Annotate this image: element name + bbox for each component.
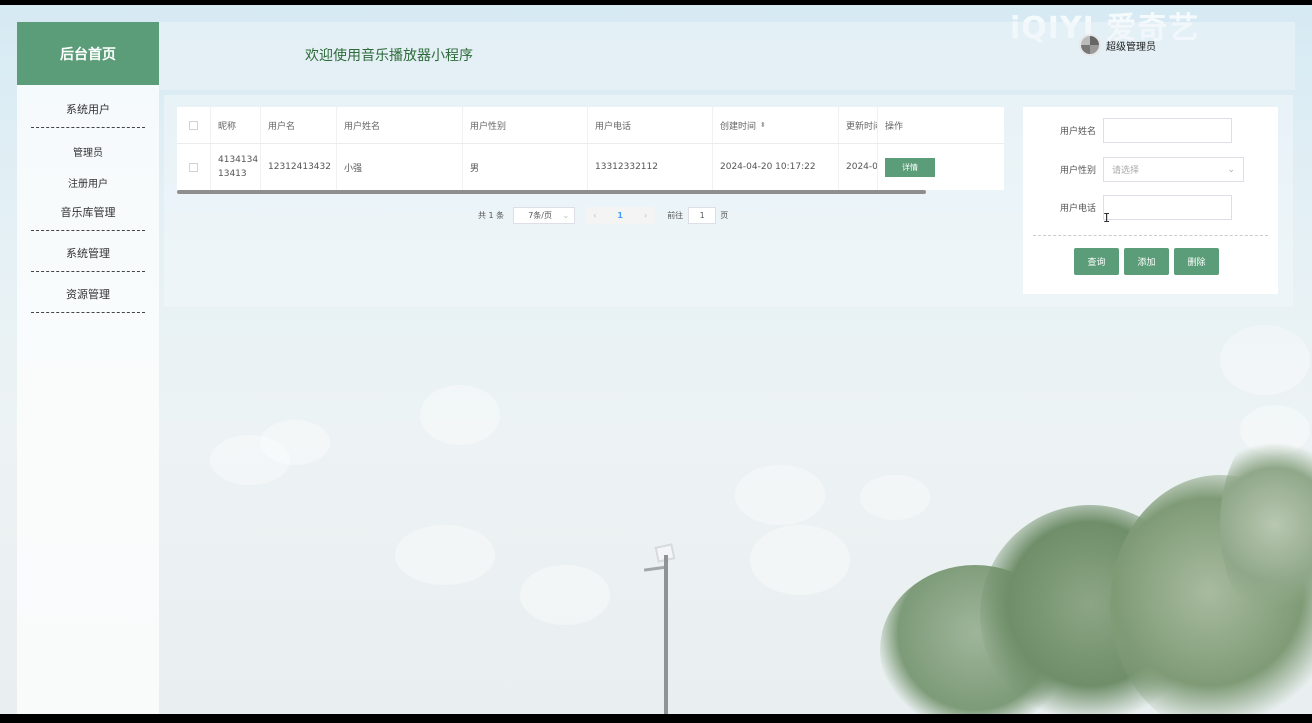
pagination: 共 1 条 7条/页 ⌄ ‹ 1 › 前往 1 页 xyxy=(478,207,728,224)
sidebar-item-system-management[interactable]: 系统管理 xyxy=(31,239,145,272)
goto-prefix: 前往 xyxy=(667,211,684,220)
column-header-actions: 操作 xyxy=(885,121,904,132)
page-number-current[interactable]: 1 xyxy=(617,211,623,220)
cell-updated-at: 2024-04 xyxy=(839,144,878,190)
checkbox-icon[interactable] xyxy=(189,120,198,130)
text-cursor-icon: I xyxy=(1103,211,1111,225)
page-title: 欢迎使用音乐播放器小程序 xyxy=(305,48,473,64)
sidebar-home-link[interactable]: 后台首页 xyxy=(17,22,159,85)
user-menu[interactable]: 超级管理员 xyxy=(1079,34,1156,56)
cell-real-name: 小强 xyxy=(337,144,463,190)
query-button[interactable]: 查询 xyxy=(1074,248,1119,275)
column-header-nickname: 昵称 xyxy=(211,107,261,143)
cell-nickname: 413413413413 xyxy=(211,144,261,190)
chevron-left-icon[interactable]: ‹ xyxy=(593,211,596,220)
sidebar-item-music-library[interactable]: 音乐库管理 xyxy=(31,198,145,231)
background-bokeh xyxy=(520,565,610,625)
sidebar-item-resource-management[interactable]: 资源管理 xyxy=(31,280,145,313)
pagination-total: 共 1 条 xyxy=(478,211,505,220)
cell-username: 12312413432 xyxy=(261,144,337,190)
sidebar-item-registered-users[interactable]: 注册用户 xyxy=(17,167,159,198)
background-bokeh xyxy=(735,465,825,525)
add-button[interactable]: 添加 xyxy=(1124,248,1169,275)
column-header-phone: 用户电话 xyxy=(588,107,713,143)
background-bokeh xyxy=(395,525,495,585)
background-bokeh xyxy=(750,525,850,595)
phone-label: 用户电话 xyxy=(1059,204,1096,214)
column-header-gender: 用户性别 xyxy=(463,107,588,143)
cell-actions: 详情 xyxy=(878,144,1004,190)
users-table: 昵称 用户名 用户姓名 用户性别 用户电话 创建时间 ⬍ 更新时间 操作 413… xyxy=(177,107,1004,190)
phone-input[interactable] xyxy=(1103,195,1232,220)
chevron-down-icon: ⌄ xyxy=(1227,164,1235,175)
background-bokeh xyxy=(1220,325,1310,395)
gender-label: 用户性别 xyxy=(1059,166,1096,176)
name-row: 用户姓名 xyxy=(1023,118,1232,143)
background-bokeh xyxy=(420,385,500,445)
row-select[interactable] xyxy=(177,144,211,190)
chevron-down-icon: ⌄ xyxy=(562,211,570,220)
table-horizontal-scrollbar[interactable] xyxy=(177,190,926,194)
gender-select[interactable]: 请选择 ⌄ xyxy=(1103,157,1244,182)
delete-button[interactable]: 删除 xyxy=(1174,248,1219,275)
chevron-right-icon[interactable]: › xyxy=(644,211,647,220)
page-size-select[interactable]: 7条/页 ⌄ xyxy=(513,207,576,224)
page-size-value: 7条/页 xyxy=(528,211,552,220)
column-header-created-at-label: 创建时间 xyxy=(720,121,757,132)
sort-icon[interactable]: ⬍ xyxy=(760,121,766,129)
sidebar-menu: 系统用户 管理员 注册用户 音乐库管理 系统管理 资源管理 xyxy=(17,85,159,313)
sidebar: 后台首页 系统用户 管理员 注册用户 音乐库管理 系统管理 资源管理 xyxy=(17,22,159,714)
page-navigator: ‹ 1 › xyxy=(585,207,656,224)
goto-page-input[interactable]: 1 xyxy=(688,207,717,224)
header-select-all[interactable] xyxy=(177,107,211,143)
sidebar-item-admins[interactable]: 管理员 xyxy=(17,136,159,167)
goto-suffix: 页 xyxy=(720,211,729,220)
form-actions: 查询 添加 删除 xyxy=(1074,248,1219,275)
name-input[interactable] xyxy=(1103,118,1232,143)
sidebar-item-system-users[interactable]: 系统用户 xyxy=(31,95,145,128)
main-panel: 昵称 用户名 用户姓名 用户性别 用户电话 创建时间 ⬍ 更新时间 操作 413… xyxy=(164,95,1293,307)
user-name: 超级管理员 xyxy=(1106,41,1156,53)
column-header-username: 用户名 xyxy=(261,107,337,143)
column-header-real-name: 用户姓名 xyxy=(337,107,463,143)
detail-button[interactable]: 详情 xyxy=(885,157,935,177)
lamp-pole xyxy=(664,555,668,714)
gender-row: 用户性别 请选择 ⌄ xyxy=(1023,157,1244,182)
form-divider xyxy=(1033,235,1268,236)
avatar-icon[interactable] xyxy=(1079,34,1101,56)
table-row: 413413413413 12312413432 小强 男 1331233211… xyxy=(177,144,1004,190)
column-header-updated-at: 更新时间 xyxy=(839,107,878,143)
column-header-created-at[interactable]: 创建时间 ⬍ xyxy=(713,107,839,143)
cell-gender: 男 xyxy=(463,144,588,190)
table-header: 昵称 用户名 用户姓名 用户性别 用户电话 创建时间 ⬍ 更新时间 操作 xyxy=(177,107,1004,144)
name-label: 用户姓名 xyxy=(1059,127,1096,137)
search-form: 用户姓名 用户性别 请选择 ⌄ 用户电话 查询 添加 删除 xyxy=(1023,107,1278,294)
cell-created-at: 2024-04-20 10:17:22 xyxy=(713,144,839,190)
checkbox-icon[interactable] xyxy=(189,162,198,172)
background-bokeh xyxy=(860,475,930,520)
background-bokeh xyxy=(260,420,330,465)
top-header: 欢迎使用音乐播放器小程序 超级管理员 xyxy=(159,22,1295,90)
phone-row: 用户电话 xyxy=(1023,195,1232,220)
gender-placeholder: 请选择 xyxy=(1112,166,1140,176)
app-screen: iQIYI 爱奇艺 后台首页 系统用户 管理员 注册用户 音乐库管理 系统管理 … xyxy=(0,5,1312,714)
cell-phone: 13312332112 xyxy=(588,144,713,190)
